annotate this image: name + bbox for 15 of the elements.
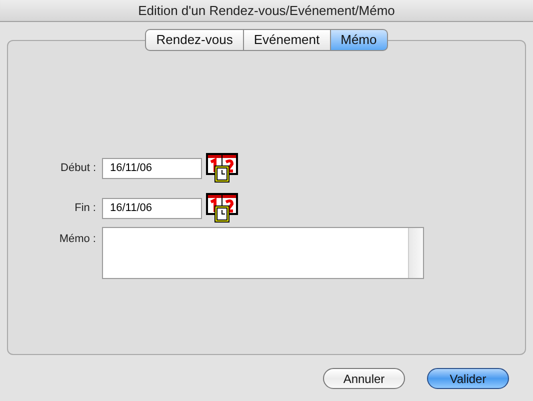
cancel-button[interactable]: Annuler <box>323 368 405 389</box>
calendar-clock-icon[interactable] <box>206 153 238 183</box>
date-field[interactable]: 16/11/06 <box>102 158 202 178</box>
scrollbar[interactable] <box>408 228 423 278</box>
calendar-clock-icon[interactable] <box>206 193 238 223</box>
date-field[interactable]: 16/11/06 <box>102 198 202 218</box>
memo-field[interactable] <box>102 227 424 279</box>
tab[interactable]: Evénement <box>244 29 331 51</box>
field-label: Début : <box>60 160 97 176</box>
field-label: Mémo : <box>58 232 97 247</box>
tab[interactable]: Rendez-vous <box>145 29 244 51</box>
validate-button[interactable]: Valider <box>427 368 509 389</box>
field-label: Fin : <box>74 200 97 216</box>
window-title: Edition d'un Rendez-vous/Evénement/Mémo <box>138 2 395 20</box>
tab[interactable]: Mémo <box>330 29 388 51</box>
